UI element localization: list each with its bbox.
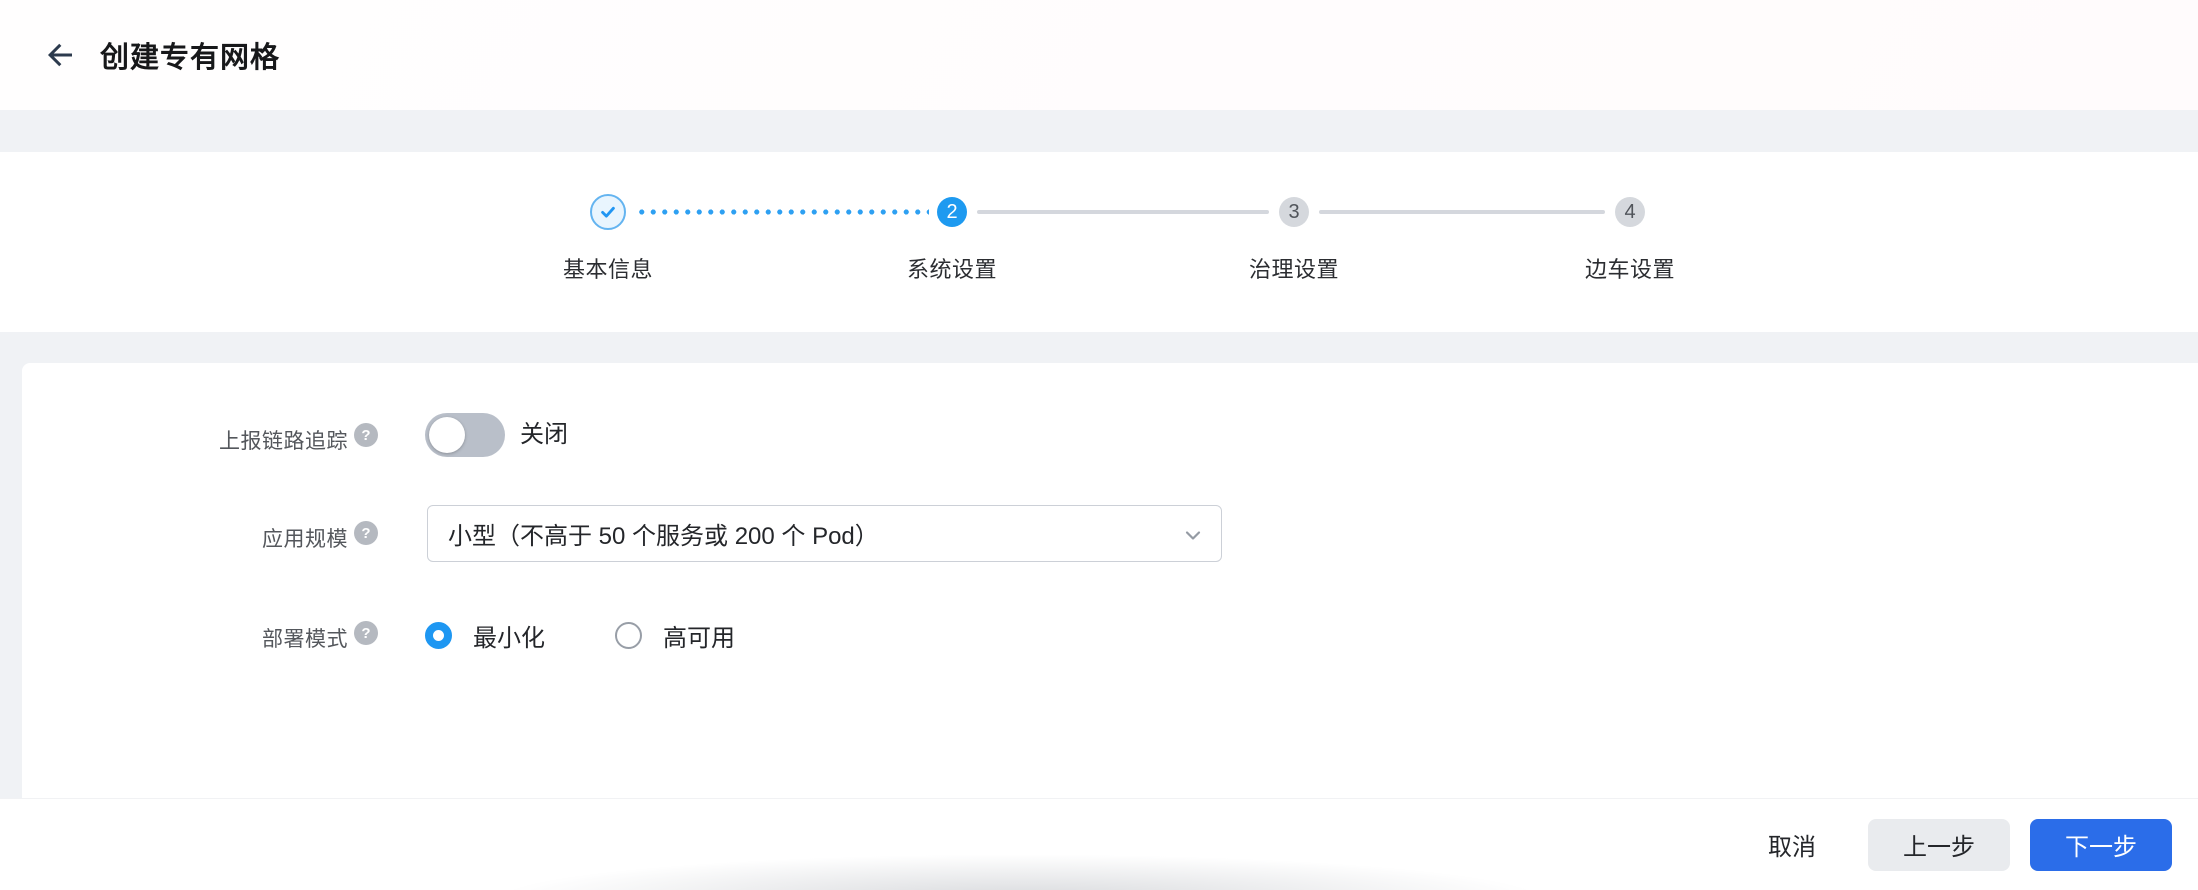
scale-label: 应用规模 (262, 528, 348, 551)
next-step-button[interactable]: 下一步 (2030, 818, 2172, 871)
page-title: 创建专有网格 (100, 42, 281, 74)
wizard-stepper: 2 3 4 基本信息 系统设置 治理设置 边车设置 (0, 152, 2198, 332)
step-4-label: 边车设置 (1584, 257, 1675, 282)
cancel-button[interactable]: 取消 (1758, 819, 1826, 871)
step-connector-2-3 (977, 210, 1269, 214)
step-3-label: 治理设置 (1248, 257, 1339, 282)
step-4-circle: 4 (1615, 197, 1645, 227)
step-1-circle[interactable] (590, 194, 626, 230)
deploy-option-minimal[interactable]: 最小化 (425, 618, 545, 653)
toggle-knob (429, 417, 465, 453)
deploy-option-ha[interactable]: 高可用 (615, 618, 735, 653)
previous-step-button[interactable]: 上一步 (1868, 818, 2010, 871)
tracing-toggle[interactable] (425, 413, 505, 457)
back-button[interactable] (38, 33, 82, 77)
tracing-help-icon[interactable]: ? (354, 423, 378, 447)
step-2-circle[interactable]: 2 (937, 197, 967, 227)
scale-help-icon[interactable]: ? (354, 521, 378, 545)
deploy-help-icon[interactable]: ? (354, 621, 378, 645)
step-1-label: 基本信息 (562, 257, 653, 282)
step-connector-3-4 (1319, 210, 1605, 214)
tracing-state-label: 关闭 (520, 421, 568, 448)
scale-select[interactable]: 小型（不高于 50 个服务或 200 个 Pod） (427, 505, 1222, 562)
step-connector-1-2 (636, 209, 929, 215)
check-icon (598, 202, 618, 222)
page-header: 创建专有网格 (0, 0, 2198, 110)
deploy-option-ha-label: 高可用 (663, 625, 735, 652)
arrow-left-icon (42, 37, 78, 73)
radio-selected-icon (425, 622, 452, 649)
scale-select-value: 小型（不高于 50 个服务或 200 个 Pod） (448, 523, 879, 550)
step-3-circle: 3 (1279, 197, 1309, 227)
deploy-label: 部署模式 (262, 628, 348, 651)
settings-form-card: 上报链路追踪 ? 关闭 应用规模 ? 小型（不高于 50 个服务或 200 个 … (22, 363, 2198, 798)
radio-unselected-icon (615, 622, 642, 649)
step-2-label: 系统设置 (906, 257, 997, 282)
wizard-footer: 取消 上一步 下一步 (0, 798, 2198, 890)
create-mesh-wizard-page: 创建专有网格 2 3 4 基本信息 系统设置 治理设置 边车设置 上报链路追踪 … (0, 0, 2198, 890)
deploy-option-minimal-label: 最小化 (473, 625, 545, 652)
tracing-label: 上报链路追踪 (219, 430, 348, 453)
